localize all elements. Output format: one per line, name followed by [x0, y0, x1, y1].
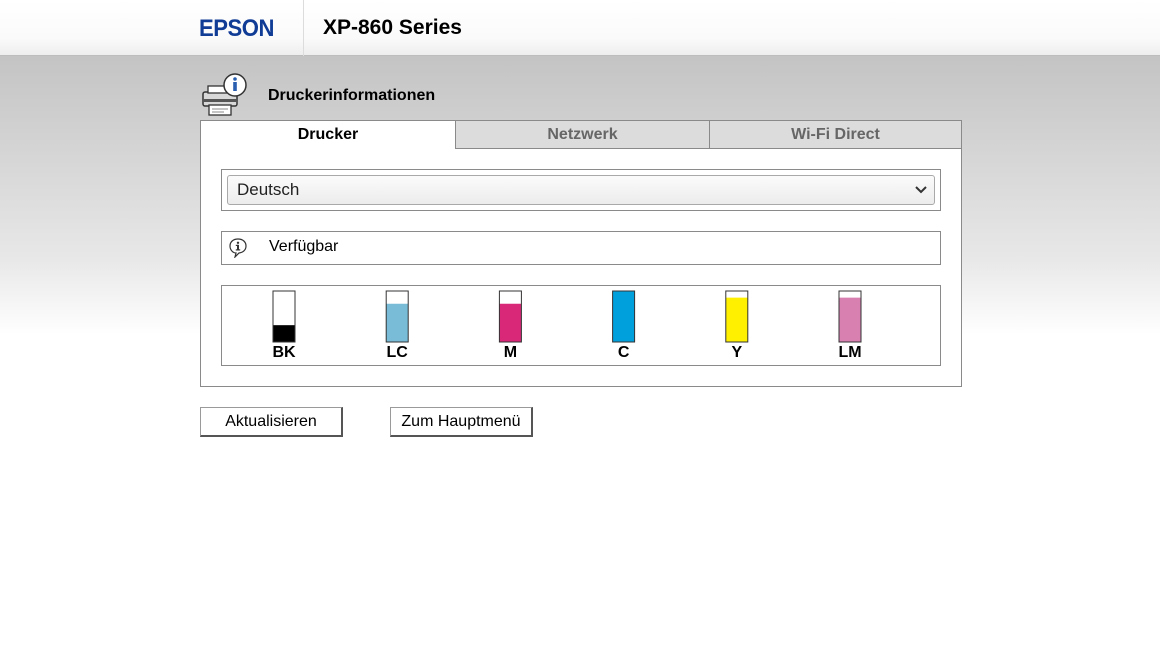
epson-logo: EPSON: [199, 15, 275, 42]
main-menu-button[interactable]: Zum Hauptmenü: [390, 407, 533, 437]
info-icon: [229, 238, 247, 258]
ink-label: BK: [272, 344, 296, 361]
chevron-down-icon: [915, 186, 927, 194]
ink-tank-lm: LM: [838, 290, 862, 361]
ink-label: M: [504, 344, 517, 361]
page-title: Druckerinformationen: [268, 87, 436, 104]
ink-levels-chart: BK LC M C Y LM: [272, 290, 862, 361]
ink-level-bar: [499, 303, 522, 342]
ink-level-bar: [839, 297, 861, 342]
header-bar: EPSON XP-860 Series: [0, 0, 1160, 56]
tab-drucker[interactable]: Drucker: [201, 121, 455, 149]
status-box: Verfügbar: [221, 231, 941, 265]
language-select[interactable]: Deutsch: [227, 175, 935, 205]
language-select-value: Deutsch: [237, 180, 300, 199]
ink-tank-bk: BK: [272, 290, 296, 361]
header-divider: [303, 0, 304, 56]
ink-tank-y: Y: [725, 290, 749, 361]
ink-level-bar: [612, 291, 635, 342]
printer-model-title: XP-860 Series: [323, 16, 462, 39]
ink-level-bar: [386, 303, 409, 342]
ink-level-bar: [273, 325, 295, 342]
ink-label: LC: [387, 344, 409, 361]
ink-label: Y: [731, 344, 742, 361]
printer-info-icon: [202, 73, 247, 116]
language-select-box: Deutsch: [221, 169, 941, 211]
tab-wifi-direct[interactable]: Wi-Fi Direct: [709, 121, 961, 149]
printer-info-panel: Drucker Netzwerk Wi-Fi Direct Deutsch Ve…: [200, 120, 962, 387]
status-text: Verfügbar: [269, 238, 339, 255]
tab-netzwerk[interactable]: Netzwerk: [455, 121, 709, 149]
ink-tank-lc: LC: [385, 290, 409, 361]
ink-level-bar: [725, 297, 748, 342]
ink-label: C: [618, 344, 630, 361]
ink-tank-m: M: [498, 290, 522, 361]
ink-label: LM: [838, 344, 861, 361]
refresh-button[interactable]: Aktualisieren: [200, 407, 343, 437]
ink-levels-box: BK LC M C Y LM: [221, 285, 941, 366]
tab-bar: Drucker Netzwerk Wi-Fi Direct: [201, 121, 961, 149]
ink-tank-c: C: [612, 290, 636, 361]
